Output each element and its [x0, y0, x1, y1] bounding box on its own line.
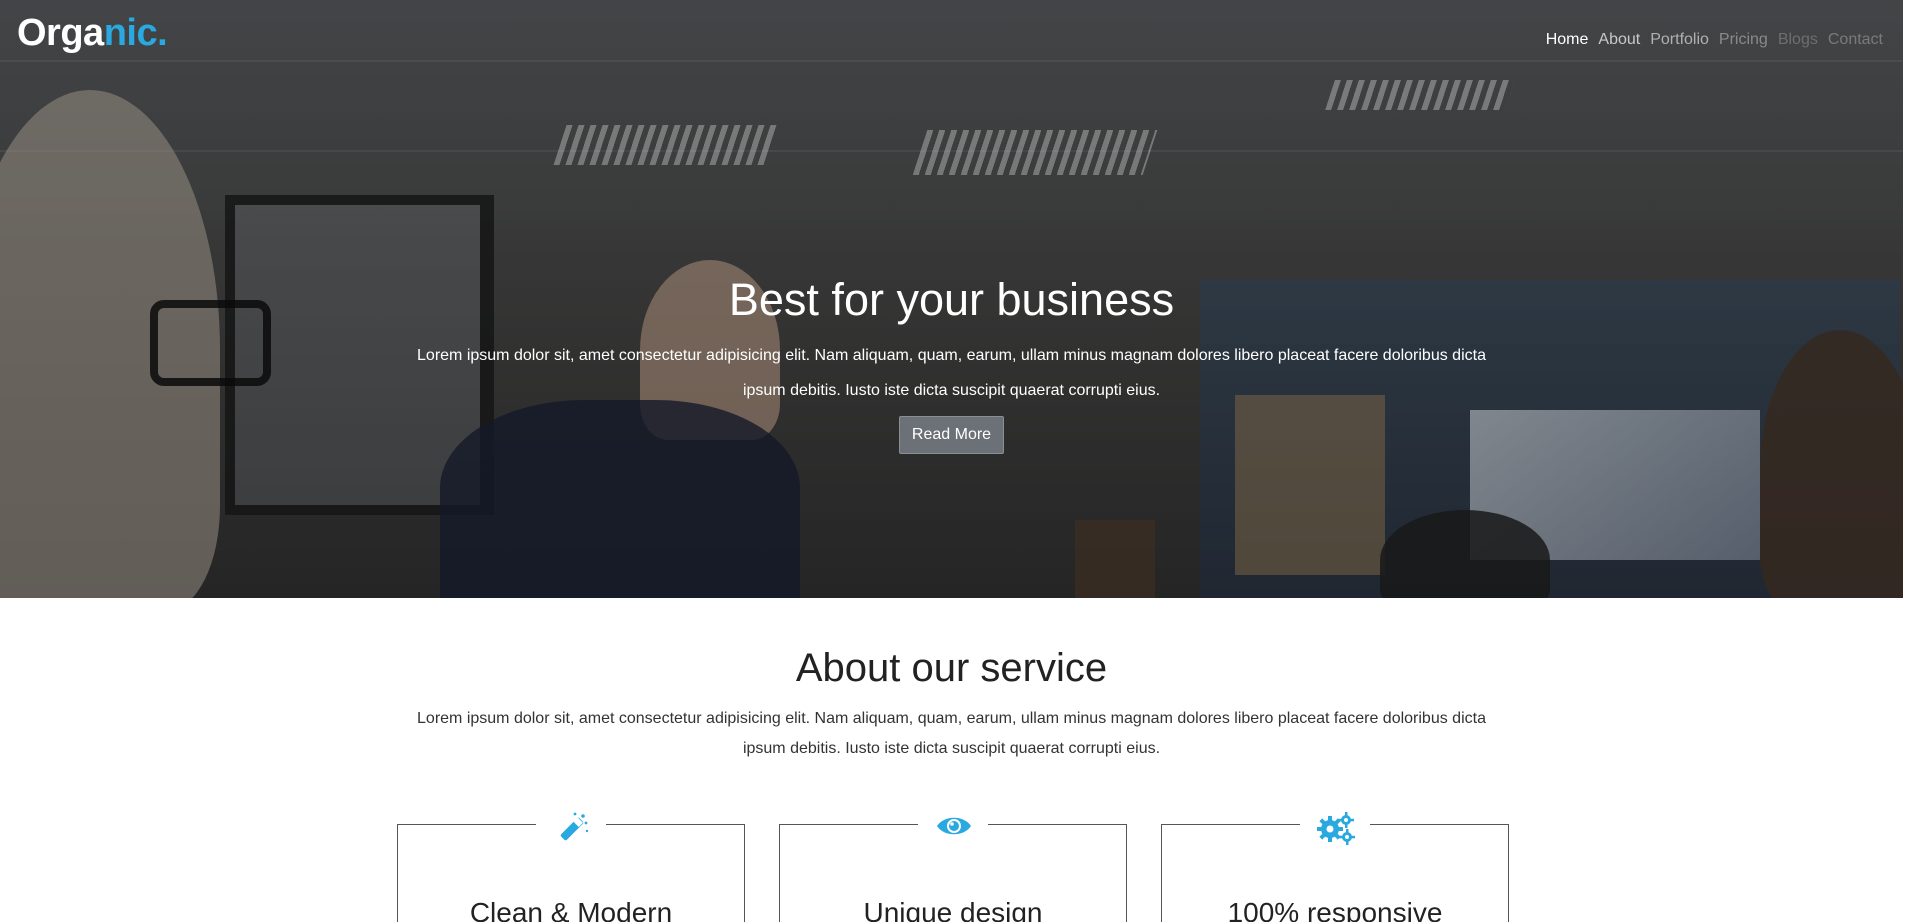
brand-logo[interactable]: Organic. [17, 12, 168, 55]
ceiling-light [553, 125, 777, 165]
feature-title: Unique design [863, 897, 1043, 922]
nav-item-blogs[interactable]: Blogs [1778, 31, 1818, 49]
gears-icon [1314, 811, 1358, 845]
nav-item-contact[interactable]: Contact [1828, 31, 1883, 49]
feature-card: 100% responsive [1161, 812, 1509, 922]
brand-logo-suffix: nic. [103, 12, 168, 54]
feature-title: Clean & Modern [469, 897, 673, 922]
nav-item-about[interactable]: About [1598, 31, 1640, 49]
nav-item-home[interactable]: Home [1546, 31, 1589, 49]
feature-cards: Clean & Modern Unique design 100% respon… [397, 812, 1509, 922]
magic-wand-icon [550, 811, 594, 845]
ceiling-light [912, 130, 1158, 175]
ceiling-light [1325, 80, 1515, 110]
feature-title: 100% responsive [1227, 897, 1443, 922]
about-title: About our service [795, 646, 1108, 690]
about-text: Lorem ipsum dolor sit, amet consectetur … [417, 710, 1486, 757]
hero-section: Organic. Home About Portfolio Pricing Bl… [0, 0, 1903, 598]
hero-content: Best for your business Lorem ipsum dolor… [0, 270, 1903, 454]
about-section: About our service Lorem ipsum dolor sit,… [0, 598, 1903, 764]
main-nav: Home About Portfolio Pricing Blogs Conta… [1536, 31, 1883, 49]
page: Organic. Home About Portfolio Pricing Bl… [0, 0, 1903, 922]
hero-text: Lorem ipsum dolor sit, amet consectetur … [417, 347, 1486, 399]
nav-item-pricing[interactable]: Pricing [1719, 31, 1768, 49]
read-more-button[interactable]: Read More [898, 416, 1005, 454]
hero-title: Best for your business [728, 274, 1175, 325]
office-door [1075, 520, 1155, 598]
nav-item-portfolio[interactable]: Portfolio [1650, 31, 1709, 49]
eye-icon [932, 811, 976, 845]
ceiling-line [0, 60, 1903, 62]
brand-logo-prefix: Orga [17, 12, 104, 54]
feature-card: Unique design [779, 817, 1127, 922]
feature-card: Clean & Modern [397, 812, 745, 922]
